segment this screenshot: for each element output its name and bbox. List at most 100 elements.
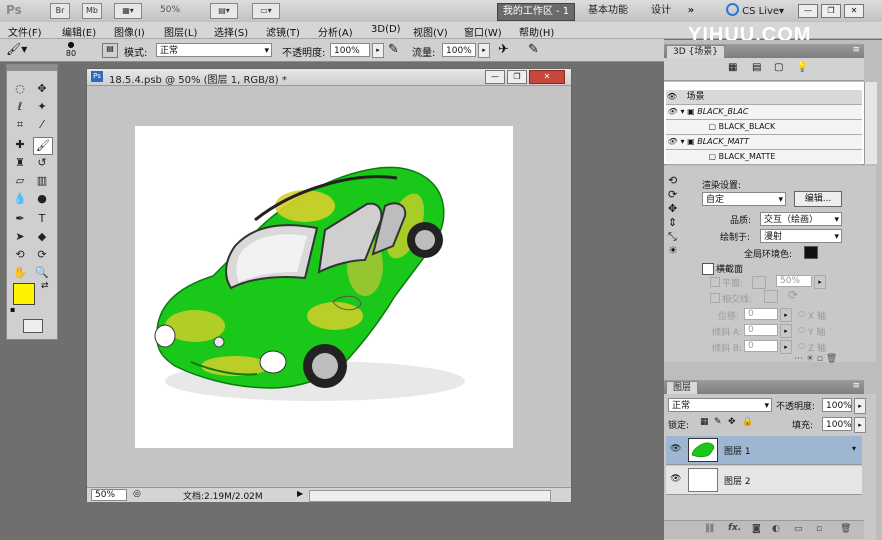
lock-all-icon[interactable]: 🔒 xyxy=(742,417,753,427)
tab-3d-scene[interactable]: 3D {场景} xyxy=(666,45,725,59)
doc-minimize-button[interactable]: — xyxy=(485,70,505,84)
material-row[interactable]: 👁 ▾ ▣ BLACK_BLAC xyxy=(666,105,862,120)
tilt-a-input[interactable]: 0 xyxy=(744,324,778,336)
tilt-a-slider-button[interactable]: ▸ xyxy=(780,324,792,338)
plane-checkbox[interactable] xyxy=(710,277,720,287)
eye-icon[interactable]: 👁 xyxy=(666,105,678,119)
mesh-filter-icon[interactable]: ▤ xyxy=(752,62,761,73)
render-settings-select[interactable]: 自定 ▾ xyxy=(702,192,786,206)
path-selection-tool-icon[interactable]: ➤ xyxy=(11,229,29,245)
eye-icon[interactable]: 👁 xyxy=(666,90,678,104)
delete-layer-icon[interactable]: 🗑 xyxy=(840,524,851,534)
zoom-tool-icon[interactable]: 🔍 xyxy=(33,265,51,281)
plane-color-swatch[interactable] xyxy=(752,276,766,289)
tilt-b-input[interactable]: 0 xyxy=(744,340,778,352)
add-mask-icon[interactable]: ◙ xyxy=(752,524,761,534)
menu-analysis[interactable]: 分析(A) xyxy=(318,24,353,39)
minibridge-button[interactable]: Mb xyxy=(82,3,102,19)
eyedropper-tool-icon[interactable]: ⁄ xyxy=(33,117,51,133)
zoom-level-dropdown[interactable]: 50% xyxy=(160,5,180,15)
3d-pan-icon[interactable]: ✥ xyxy=(668,202,686,216)
bridge-button[interactable]: Br xyxy=(50,3,70,19)
x-axis-radio[interactable]: ○ xyxy=(798,309,805,318)
intersection-checkbox[interactable] xyxy=(710,293,720,303)
menu-select[interactable]: 选择(S) xyxy=(214,24,248,39)
expand-triangle-icon[interactable]: ▾ xyxy=(681,107,685,116)
tab-layers[interactable]: 图层 xyxy=(666,381,699,395)
flip-cross-section-icon[interactable]: ⟳ xyxy=(788,288,798,302)
3d-light-guides-icon[interactable]: ☀ xyxy=(806,354,814,364)
status-zoom-input[interactable]: 50% xyxy=(91,489,127,501)
view-extras-button[interactable]: ▦▾ xyxy=(114,3,142,19)
menu-file[interactable]: 文件(F) xyxy=(8,24,42,39)
opacity-input[interactable]: 100% xyxy=(330,43,370,57)
layer-options-arrow-icon[interactable]: ▾ xyxy=(852,444,856,453)
move-tool-icon[interactable]: ✥ xyxy=(33,81,51,97)
default-colors-icon[interactable]: ▪ xyxy=(10,305,15,314)
material-row[interactable]: ▢ BLACK_BLACK xyxy=(666,120,862,135)
crop-tool-icon[interactable]: ⌗ xyxy=(11,117,29,133)
3d-roll-icon[interactable]: ⟳ xyxy=(668,188,686,202)
close-app-button[interactable]: ✕ xyxy=(844,4,864,18)
swap-colors-icon[interactable]: ⇄ xyxy=(41,281,49,291)
adjustment-layer-icon[interactable]: ◐ xyxy=(772,524,780,534)
document-title-bar[interactable]: Ps 18.5.4.psb @ 50% (图层 1, RGB/8) * — ❐ … xyxy=(87,69,571,86)
panel-3d-header[interactable]: 3D {场景} ≡ xyxy=(664,44,864,59)
3d-delete-icon[interactable]: 🗑 xyxy=(826,354,837,364)
tool-preset-picker[interactable]: 🖌▾ xyxy=(6,42,40,58)
lock-image-icon[interactable]: ✎ xyxy=(714,417,722,427)
foreground-color-swatch[interactable] xyxy=(13,283,35,305)
more-workspaces-button[interactable]: » xyxy=(684,3,698,19)
new-group-icon[interactable]: ▭ xyxy=(794,524,803,534)
menu-layer[interactable]: 图层(L) xyxy=(164,24,197,39)
marquee-tool-icon[interactable]: ◌ xyxy=(11,81,29,97)
menu-filter[interactable]: 滤镜(T) xyxy=(266,24,300,39)
3d-camera-tool-icon[interactable]: ⟳ xyxy=(33,247,51,263)
fill-slider-button[interactable]: ▸ xyxy=(854,417,866,433)
lock-position-icon[interactable]: ✥ xyxy=(728,417,736,427)
menu-help[interactable]: 帮助(H) xyxy=(519,24,554,39)
ambient-color-swatch[interactable] xyxy=(804,246,818,259)
brush-preset-picker[interactable]: ● 80 xyxy=(60,40,82,58)
paint-on-select[interactable]: 漫射 ▾ xyxy=(760,229,842,243)
intersection-color-swatch[interactable] xyxy=(764,290,778,303)
layer-thumbnail-3d[interactable] xyxy=(688,438,718,462)
minimize-app-button[interactable]: — xyxy=(798,4,818,18)
y-axis-radio[interactable]: ○ xyxy=(798,325,805,334)
workspace-design-button[interactable]: 设计 xyxy=(646,3,676,19)
3d-light-icon[interactable]: ☀ xyxy=(668,244,686,258)
z-axis-radio[interactable]: ○ xyxy=(798,341,805,350)
brush-panel-toggle-icon[interactable]: ▤ xyxy=(102,43,118,58)
layer-visibility-eye-icon[interactable]: 👁 xyxy=(670,444,681,454)
3d-scale-icon[interactable]: ⤡ xyxy=(668,230,686,244)
scene-header-row[interactable]: 👁 场景 xyxy=(666,90,862,105)
opacity-slider-button[interactable]: ▸ xyxy=(372,43,384,58)
plane-opacity-input[interactable]: 50% xyxy=(776,275,812,287)
doc-restore-button[interactable]: ❐ xyxy=(507,70,527,84)
airbrush-icon[interactable]: ✈ xyxy=(498,42,509,57)
pen-tool-icon[interactable]: ✒ xyxy=(11,211,29,227)
eraser-tool-icon[interactable]: ▱ xyxy=(11,173,29,189)
layers-panel-menu-icon[interactable]: ≡ xyxy=(852,381,860,391)
expand-triangle-icon[interactable]: ▾ xyxy=(681,137,685,146)
arrange-documents-button[interactable]: ▤▾ xyxy=(210,3,238,19)
status-menu-arrow-icon[interactable]: ▶ xyxy=(297,489,303,498)
restore-app-button[interactable]: ❐ xyxy=(821,4,841,18)
quick-mask-icon[interactable] xyxy=(23,319,43,333)
flow-input[interactable]: 100% xyxy=(442,43,476,57)
brush-tool-icon[interactable]: 🖌 xyxy=(33,137,53,155)
document-canvas[interactable] xyxy=(135,126,513,448)
lasso-tool-icon[interactable]: ℓ xyxy=(11,99,29,115)
3d-rotate-tool-icon[interactable]: ⟲ xyxy=(11,247,29,263)
layer-row[interactable]: 👁 图层 2 xyxy=(666,466,862,495)
layer-thumbnail[interactable] xyxy=(688,468,718,492)
light-filter-icon[interactable]: 💡 xyxy=(796,62,808,73)
screen-mode-button[interactable]: ▭▾ xyxy=(252,3,280,19)
material-row[interactable]: 👁 ▾ ▣ BLACK_MATT xyxy=(666,135,862,150)
3d-ground-plane-icon[interactable]: ⋯ xyxy=(794,354,803,364)
healing-brush-tool-icon[interactable]: ✚ xyxy=(11,137,29,153)
offset-input[interactable]: 0 xyxy=(744,308,778,320)
tilt-b-slider-button[interactable]: ▸ xyxy=(780,340,792,354)
type-tool-icon[interactable]: T xyxy=(33,211,51,227)
menu-edit[interactable]: 编辑(E) xyxy=(62,24,96,39)
